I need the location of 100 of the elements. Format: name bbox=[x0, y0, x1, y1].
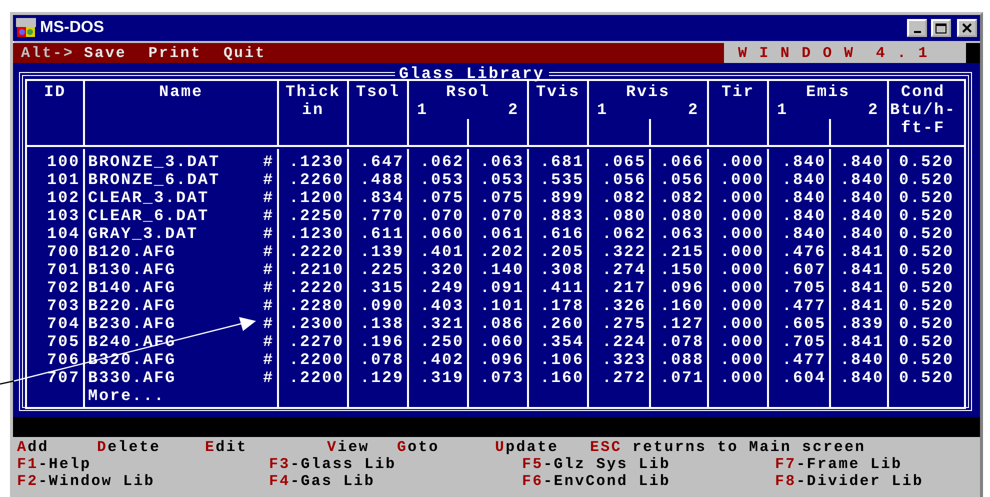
table-cell-text: 0.520 bbox=[898, 333, 954, 351]
function-key[interactable]: F5-Glz Sys Lib bbox=[522, 456, 775, 473]
file-name[interactable]: B130.AFG bbox=[88, 261, 176, 279]
table-cell-text: .096 bbox=[658, 279, 704, 297]
file-name[interactable]: B220.AFG bbox=[88, 297, 176, 315]
table-cell: # bbox=[262, 351, 274, 369]
function-key[interactable]: F8-Divider Lib bbox=[775, 473, 980, 490]
command-key[interactable]: ESC returns to Main screen bbox=[590, 439, 866, 456]
menu-item[interactable]: Quit bbox=[223, 44, 266, 62]
command-key[interactable]: Delete bbox=[97, 439, 205, 456]
column-subheader: 1 bbox=[777, 101, 788, 119]
column-header: Name bbox=[158, 83, 204, 101]
close-button[interactable] bbox=[957, 19, 977, 37]
file-name[interactable]: B120.AFG bbox=[88, 243, 176, 261]
table-cell-text: .326 bbox=[600, 297, 646, 315]
menu-item[interactable]: Save bbox=[84, 44, 126, 62]
table-cell-text: .2270 bbox=[288, 333, 344, 351]
command-key[interactable]: View bbox=[327, 439, 397, 456]
table-cell-text: .770 bbox=[358, 207, 404, 225]
table-cell-text: .840 bbox=[780, 189, 826, 207]
table-cell-text: .000 bbox=[718, 225, 764, 243]
command-key[interactable]: Goto bbox=[397, 439, 495, 456]
more-link[interactable]: More... bbox=[88, 387, 274, 405]
file-name[interactable]: B320.AFG bbox=[88, 351, 176, 369]
table-cell-text: 706 bbox=[46, 351, 80, 369]
table-cell-text: .2220 bbox=[288, 279, 344, 297]
table-cell-text: .840 bbox=[838, 369, 884, 387]
table-cell-text: .321 bbox=[418, 315, 464, 333]
function-key[interactable]: F3-Glass Lib bbox=[269, 456, 522, 473]
file-name[interactable]: CLEAR_3.DAT bbox=[88, 189, 210, 207]
table-cell-text: .839 bbox=[838, 315, 884, 333]
file-name[interactable]: B240.AFG bbox=[88, 333, 176, 351]
column-header: ID bbox=[42, 83, 67, 101]
table-cell-text: .217 bbox=[600, 279, 646, 297]
minimize-button[interactable] bbox=[907, 19, 927, 37]
file-name[interactable]: BRONZE_3.DAT bbox=[88, 153, 220, 171]
table-cell-text: 101 bbox=[46, 171, 80, 189]
table-cell-text: .354 bbox=[538, 333, 584, 351]
table-cell-text: .322 bbox=[600, 243, 646, 261]
file-name[interactable]: B230.AFG bbox=[88, 315, 176, 333]
table-cell-text: .000 bbox=[718, 279, 764, 297]
table-cell-text: .477 bbox=[780, 297, 826, 315]
table-cell-text: .106 bbox=[538, 351, 584, 369]
table-cell-text: .840 bbox=[780, 171, 826, 189]
table-cell-text: 0.520 bbox=[898, 297, 954, 315]
table-cell-text: .196 bbox=[358, 333, 404, 351]
table-cell: # bbox=[262, 315, 274, 333]
table-cell-text: .2300 bbox=[288, 315, 344, 333]
table-cell-text: .315 bbox=[358, 279, 404, 297]
table-cell-text: 707 bbox=[46, 369, 80, 387]
table-cell-text: .071 bbox=[658, 369, 704, 387]
table-cell-text: .088 bbox=[658, 351, 704, 369]
table-cell-text: .053 bbox=[418, 171, 464, 189]
table-cell-text: .060 bbox=[418, 225, 464, 243]
function-key[interactable]: F2-Window Lib bbox=[17, 473, 269, 490]
table-cell-text: .841 bbox=[838, 261, 884, 279]
table-cell-text: .476 bbox=[780, 243, 826, 261]
command-key[interactable]: U pdate bbox=[495, 439, 590, 456]
table-cell-text: .840 bbox=[838, 171, 884, 189]
table-cell-text: .611 bbox=[358, 225, 404, 243]
product-name: W I N D O W 4 . 1 bbox=[724, 43, 966, 63]
file-name[interactable]: CLEAR_6.DAT bbox=[88, 207, 210, 225]
table-cell-text: .647 bbox=[358, 153, 404, 171]
table-cell-text: .056 bbox=[658, 171, 704, 189]
table-cell-text: .834 bbox=[358, 189, 404, 207]
table-cell-text: .090 bbox=[358, 297, 404, 315]
column-header: Emis bbox=[804, 83, 851, 101]
msdos-logo-icon bbox=[16, 18, 36, 38]
table-cell-text: .260 bbox=[538, 315, 584, 333]
file-name[interactable]: BRONZE_6.DAT bbox=[88, 171, 220, 189]
table-cell-text: .160 bbox=[658, 297, 704, 315]
command-key[interactable]: Edit bbox=[205, 439, 327, 456]
file-name[interactable]: GRAY_3.DAT bbox=[88, 225, 198, 243]
column-subheader: 2 bbox=[688, 101, 699, 119]
menu-item[interactable]: Print bbox=[148, 44, 202, 62]
file-name[interactable]: B140.AFG bbox=[88, 279, 176, 297]
table-cell-text: .000 bbox=[718, 315, 764, 333]
command-key[interactable]: Add bbox=[17, 439, 97, 456]
table-cell-text: 0.520 bbox=[898, 243, 954, 261]
file-name[interactable]: B330.AFG bbox=[88, 369, 176, 387]
table-cell-text: .323 bbox=[600, 351, 646, 369]
table-cell-text: .063 bbox=[478, 153, 524, 171]
table-cell-text: .249 bbox=[418, 279, 464, 297]
table-cell-text: .063 bbox=[658, 225, 704, 243]
function-key[interactable]: F1-Help bbox=[17, 456, 269, 473]
table-cell-text: .150 bbox=[658, 261, 704, 279]
table-cell-text: .477 bbox=[780, 351, 826, 369]
function-key[interactable]: F4-Gas Lib bbox=[269, 473, 522, 490]
table-cell-text: .2200 bbox=[288, 369, 344, 387]
function-key[interactable]: F7-Frame Lib bbox=[775, 456, 980, 473]
table-cell-text: .060 bbox=[478, 333, 524, 351]
function-key[interactable]: F6-EnvCond Lib bbox=[522, 473, 775, 490]
maximize-button[interactable] bbox=[931, 19, 951, 37]
table-cell-text: .075 bbox=[418, 189, 464, 207]
table-cell: # bbox=[262, 243, 274, 261]
menu-prefix: Alt-> bbox=[21, 44, 74, 62]
table-cell-text: .080 bbox=[658, 207, 704, 225]
table-cell-text: .319 bbox=[418, 369, 464, 387]
table-cell-text: 0.520 bbox=[898, 351, 954, 369]
table-cell-text: .308 bbox=[538, 261, 584, 279]
